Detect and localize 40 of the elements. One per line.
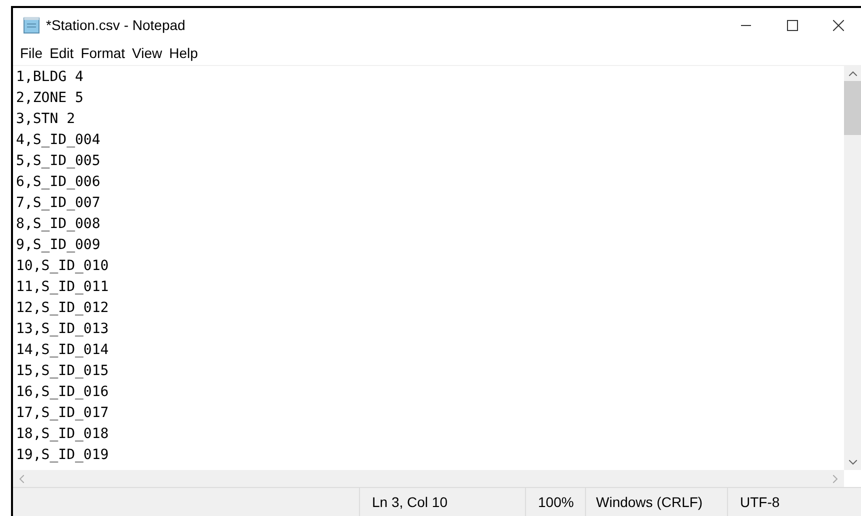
horizontal-scrollbar[interactable]	[13, 470, 844, 487]
menu-item[interactable]: Format	[78, 43, 128, 64]
text-line: 10,S_ID_010	[16, 257, 109, 276]
text-line: 8,S_ID_008	[16, 215, 100, 234]
text-line: 14,S_ID_014	[16, 341, 109, 360]
notepad-icon	[23, 16, 41, 34]
text-line: 16,S_ID_016	[16, 383, 109, 402]
text-line: 17,S_ID_017	[16, 404, 109, 423]
text-line: 5,S_ID_005	[16, 152, 100, 171]
menu-item[interactable]: Edit	[46, 43, 77, 64]
zoom-level: 100%	[538, 492, 574, 512]
text-line: 19,S_ID_019	[16, 446, 109, 465]
line-ending: Windows (CRLF)	[596, 492, 703, 512]
text-line: 13,S_ID_013	[16, 320, 109, 339]
scrollbar-thumb[interactable]	[844, 81, 861, 135]
menu-item[interactable]: View	[129, 43, 166, 64]
maximize-icon	[786, 20, 798, 30]
text-line: 6,S_ID_006	[16, 173, 100, 192]
minimize-icon	[741, 24, 751, 26]
menu-item[interactable]: File	[17, 43, 46, 64]
scroll-down-icon	[848, 460, 856, 465]
text-line: 12,S_ID_012	[16, 299, 109, 318]
text-line: 18,S_ID_018	[16, 425, 109, 444]
scroll-right-icon	[833, 474, 838, 482]
scroll-left-icon	[19, 474, 24, 482]
text-line: 2,ZONE 5	[16, 89, 84, 108]
text-line: 7,S_ID_007	[16, 194, 100, 213]
encoding: UTF-8	[740, 492, 780, 512]
text-line: 3,STN 2	[16, 110, 76, 129]
vertical-scrollbar[interactable]	[844, 66, 861, 470]
window-title: *Station.csv - Notepad	[46, 16, 186, 35]
text-line: 4,S_ID_004	[16, 131, 100, 150]
text-line: 1,BLDG 4	[16, 68, 84, 87]
text-line: 9,S_ID_009	[16, 236, 100, 255]
cursor-position: Ln 3, Col 10	[372, 492, 448, 512]
scroll-up-icon	[848, 71, 856, 76]
text-line: 15,S_ID_015	[16, 362, 109, 381]
menu-item[interactable]: Help	[166, 43, 201, 64]
close-icon	[832, 20, 844, 30]
text-line: 11,S_ID_011	[16, 278, 109, 297]
